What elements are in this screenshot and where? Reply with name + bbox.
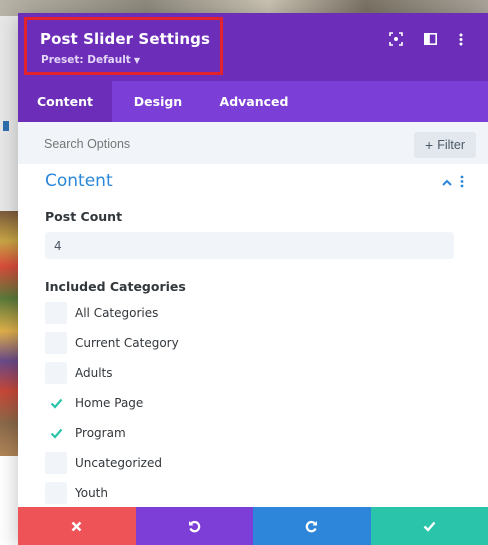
category-checkbox-row[interactable]: Home Page [45,392,345,414]
modal-footer [18,507,488,545]
section-title: Content [45,171,113,191]
checkbox-label: Current Category [75,336,179,350]
filter-label: Filter [437,138,465,152]
chevron-up-icon[interactable] [441,176,453,188]
background-link-fragment [3,121,9,131]
redo-button[interactable] [253,507,371,545]
caret-down-icon: ▼ [133,56,140,65]
modal-header: Post Slider Settings Preset: Default ▼ [18,13,488,81]
settings-modal: Post Slider Settings Preset: Default ▼ Co… [18,13,488,545]
category-checkbox-row[interactable]: All Categories [45,302,345,324]
redo-icon [305,520,318,533]
plus-icon: + [425,137,434,153]
save-button[interactable] [370,507,488,545]
preset-label: Preset: Default [41,54,131,66]
preset-selector[interactable]: Preset: Default ▼ [41,54,140,66]
checkbox[interactable] [45,392,67,414]
checkbox-label: Adults [75,366,113,380]
tab-bar: Content Design Advanced [18,81,488,122]
tab-design[interactable]: Design [112,81,204,122]
modal-title: Post Slider Settings [40,30,211,48]
tab-advanced[interactable]: Advanced [204,81,304,122]
focus-icon[interactable] [388,31,404,47]
checkbox[interactable] [45,452,67,474]
background-page-left [0,16,18,461]
search-bar: +Filter [18,122,488,164]
checkbox[interactable] [45,482,67,504]
check-icon [50,428,62,439]
checkbox[interactable] [45,422,67,444]
more-vertical-icon[interactable] [453,31,469,47]
close-icon [71,521,82,532]
checkbox-label: Youth [75,486,108,500]
checkbox[interactable] [45,302,67,324]
category-checkbox-row[interactable]: Uncategorized [45,452,345,474]
checkbox-label: All Categories [75,306,159,320]
checkbox-label: Home Page [75,396,144,410]
included-categories-label: Included Categories [45,279,186,294]
background-image-strip [0,211,18,461]
post-count-label: Post Count [45,209,123,224]
checkbox[interactable] [45,362,67,384]
checkbox-label: Uncategorized [75,456,162,470]
discard-button[interactable] [18,507,136,545]
category-checkbox-row[interactable]: Current Category [45,332,345,354]
undo-button[interactable] [135,507,253,545]
filter-button[interactable]: + Filter [414,132,476,158]
checkbox[interactable] [45,332,67,354]
category-checkbox-row[interactable]: Youth [45,482,345,504]
check-icon [423,521,436,532]
check-icon [50,398,62,409]
split-view-icon[interactable] [422,31,438,47]
search-input[interactable] [44,132,404,156]
section-more-icon[interactable] [460,174,468,190]
undo-icon [188,520,201,533]
tab-content[interactable]: Content [18,81,112,122]
category-checkbox-row[interactable]: Adults [45,362,345,384]
checkbox-label: Program [75,426,126,440]
category-checkbox-row[interactable]: Program [45,422,345,444]
post-count-input[interactable] [45,232,454,259]
